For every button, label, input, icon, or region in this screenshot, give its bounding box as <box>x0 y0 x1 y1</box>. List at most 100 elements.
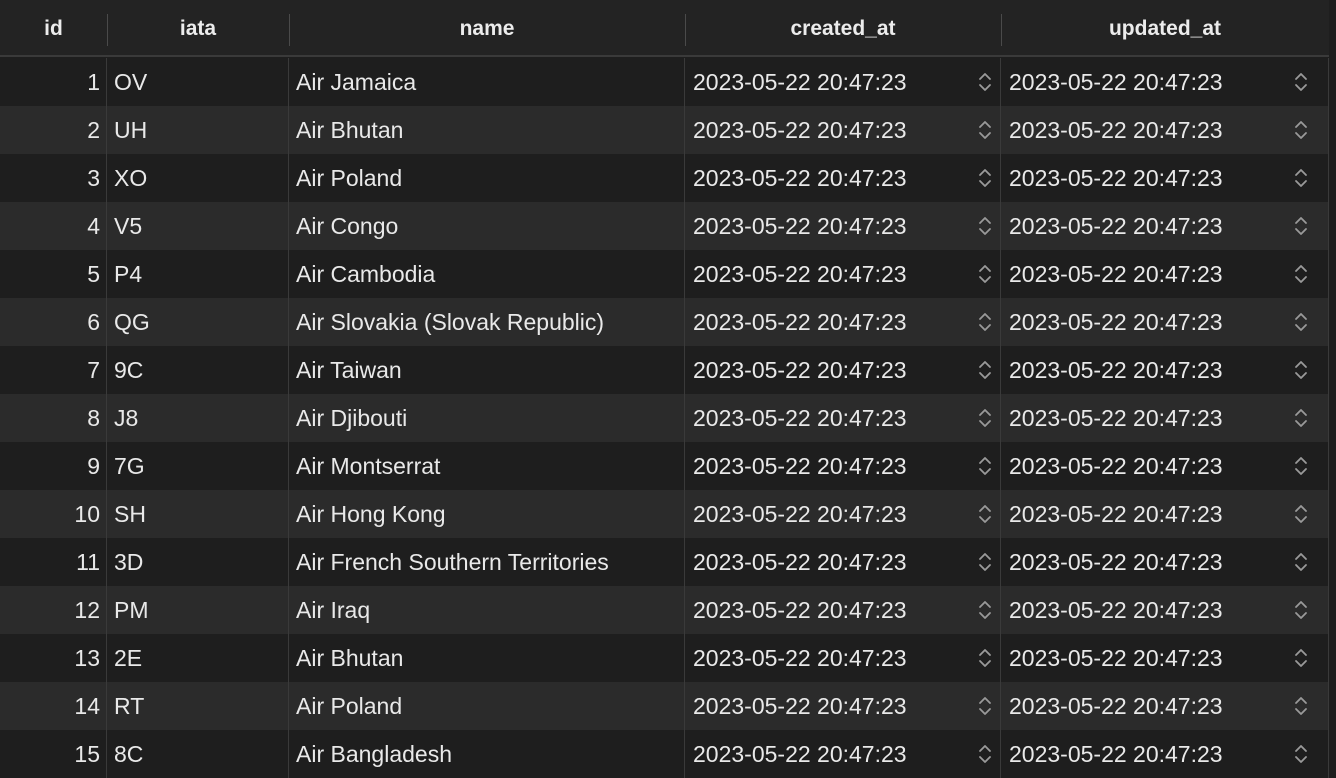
table-row[interactable]: 10 SH Air Hong Kong 2023-05-22 20:47:23 2023… <box>0 490 1336 538</box>
up-down-chevron-icon[interactable] <box>1294 262 1308 286</box>
up-down-chevron-icon[interactable] <box>978 358 992 382</box>
cell-id[interactable]: 6 <box>0 298 107 346</box>
table-row[interactable]: 7 9C Air Taiwan 2023-05-22 20:47:23 2023-05-… <box>0 346 1336 394</box>
cell-id[interactable]: 15 <box>0 730 107 778</box>
cell-iata[interactable]: OV <box>107 58 289 106</box>
up-down-chevron-icon[interactable] <box>978 118 992 142</box>
cell-updated-at[interactable]: 2023-05-22 20:47:23 <box>1001 490 1329 538</box>
cell-id[interactable]: 7 <box>0 346 107 394</box>
cell-id[interactable]: 13 <box>0 634 107 682</box>
cell-name[interactable]: Air Bhutan <box>289 106 685 154</box>
cell-updated-at[interactable]: 2023-05-22 20:47:23 <box>1001 394 1329 442</box>
cell-id[interactable]: 9 <box>0 442 107 490</box>
up-down-chevron-icon[interactable] <box>978 502 992 526</box>
column-header-iata[interactable]: iata <box>107 0 289 55</box>
cell-id[interactable]: 5 <box>0 250 107 298</box>
cell-iata[interactable]: 8C <box>107 730 289 778</box>
table-row[interactable]: 1 OV Air Jamaica 2023-05-22 20:47:23 2023-05… <box>0 58 1336 106</box>
table-row[interactable]: 14 RT Air Poland 2023-05-22 20:47:23 2023-05… <box>0 682 1336 730</box>
up-down-chevron-icon[interactable] <box>978 550 992 574</box>
cell-id[interactable]: 10 <box>0 490 107 538</box>
cell-name[interactable]: Air Hong Kong <box>289 490 685 538</box>
cell-iata[interactable]: SH <box>107 490 289 538</box>
cell-created-at[interactable]: 2023-05-22 20:47:23 <box>685 586 1001 634</box>
cell-iata[interactable]: RT <box>107 682 289 730</box>
cell-updated-at[interactable]: 2023-05-22 20:47:23 <box>1001 730 1329 778</box>
cell-id[interactable]: 4 <box>0 202 107 250</box>
column-header-updated-at[interactable]: updated_at <box>1001 0 1329 55</box>
cell-created-at[interactable]: 2023-05-22 20:47:23 <box>685 298 1001 346</box>
cell-created-at[interactable]: 2023-05-22 20:47:23 <box>685 442 1001 490</box>
cell-iata[interactable]: 9C <box>107 346 289 394</box>
up-down-chevron-icon[interactable] <box>978 598 992 622</box>
cell-updated-at[interactable]: 2023-05-22 20:47:23 <box>1001 442 1329 490</box>
cell-id[interactable]: 1 <box>0 58 107 106</box>
cell-created-at[interactable]: 2023-05-22 20:47:23 <box>685 682 1001 730</box>
cell-iata[interactable]: UH <box>107 106 289 154</box>
cell-updated-at[interactable]: 2023-05-22 20:47:23 <box>1001 106 1329 154</box>
cell-id[interactable]: 8 <box>0 394 107 442</box>
up-down-chevron-icon[interactable] <box>978 406 992 430</box>
cell-created-at[interactable]: 2023-05-22 20:47:23 <box>685 634 1001 682</box>
up-down-chevron-icon[interactable] <box>978 214 992 238</box>
up-down-chevron-icon[interactable] <box>978 262 992 286</box>
cell-iata[interactable]: QG <box>107 298 289 346</box>
cell-name[interactable]: Air Djibouti <box>289 394 685 442</box>
cell-id[interactable]: 11 <box>0 538 107 586</box>
table-row[interactable]: 2 UH Air Bhutan 2023-05-22 20:47:23 2023-05-… <box>0 106 1336 154</box>
cell-name[interactable]: Air Montserrat <box>289 442 685 490</box>
cell-id[interactable]: 3 <box>0 154 107 202</box>
cell-name[interactable]: Air Bhutan <box>289 634 685 682</box>
table-row[interactable]: 11 3D Air French Southern Territories 2023-… <box>0 538 1336 586</box>
up-down-chevron-icon[interactable] <box>978 646 992 670</box>
cell-created-at[interactable]: 2023-05-22 20:47:23 <box>685 490 1001 538</box>
up-down-chevron-icon[interactable] <box>1294 598 1308 622</box>
table-row[interactable]: 6 QG Air Slovakia (Slovak Republic) 2023-05… <box>0 298 1336 346</box>
up-down-chevron-icon[interactable] <box>1294 406 1308 430</box>
table-row[interactable]: 5 P4 Air Cambodia 2023-05-22 20:47:23 2023-0… <box>0 250 1336 298</box>
cell-iata[interactable]: 3D <box>107 538 289 586</box>
cell-iata[interactable]: 7G <box>107 442 289 490</box>
column-header-id[interactable]: id <box>0 0 107 55</box>
cell-created-at[interactable]: 2023-05-22 20:47:23 <box>685 394 1001 442</box>
cell-iata[interactable]: P4 <box>107 250 289 298</box>
up-down-chevron-icon[interactable] <box>1294 70 1308 94</box>
table-row[interactable]: 4 V5 Air Congo 2023-05-22 20:47:23 2023-05-2… <box>0 202 1336 250</box>
column-header-name[interactable]: name <box>289 0 685 55</box>
cell-created-at[interactable]: 2023-05-22 20:47:23 <box>685 58 1001 106</box>
up-down-chevron-icon[interactable] <box>1294 166 1308 190</box>
cell-updated-at[interactable]: 2023-05-22 20:47:23 <box>1001 298 1329 346</box>
cell-id[interactable]: 14 <box>0 682 107 730</box>
cell-created-at[interactable]: 2023-05-22 20:47:23 <box>685 154 1001 202</box>
table-row[interactable]: 15 8C Air Bangladesh 2023-05-22 20:47:23 202… <box>0 730 1336 778</box>
cell-iata[interactable]: PM <box>107 586 289 634</box>
table-row[interactable]: 3 XO Air Poland 2023-05-22 20:47:23 2023-05-… <box>0 154 1336 202</box>
cell-iata[interactable]: XO <box>107 154 289 202</box>
cell-id[interactable]: 12 <box>0 586 107 634</box>
cell-created-at[interactable]: 2023-05-22 20:47:23 <box>685 250 1001 298</box>
cell-name[interactable]: Air Jamaica <box>289 58 685 106</box>
table-row[interactable]: 13 2E Air Bhutan 2023-05-22 20:47:23 2023-05… <box>0 634 1336 682</box>
cell-created-at[interactable]: 2023-05-22 20:47:23 <box>685 346 1001 394</box>
cell-created-at[interactable]: 2023-05-22 20:47:23 <box>685 730 1001 778</box>
cell-name[interactable]: Air Slovakia (Slovak Republic) <box>289 298 685 346</box>
cell-created-at[interactable]: 2023-05-22 20:47:23 <box>685 202 1001 250</box>
up-down-chevron-icon[interactable] <box>1294 310 1308 334</box>
cell-iata[interactable]: V5 <box>107 202 289 250</box>
up-down-chevron-icon[interactable] <box>1294 742 1308 766</box>
up-down-chevron-icon[interactable] <box>1294 118 1308 142</box>
cell-iata[interactable]: J8 <box>107 394 289 442</box>
up-down-chevron-icon[interactable] <box>978 310 992 334</box>
cell-updated-at[interactable]: 2023-05-22 20:47:23 <box>1001 250 1329 298</box>
up-down-chevron-icon[interactable] <box>1294 550 1308 574</box>
cell-name[interactable]: Air Congo <box>289 202 685 250</box>
cell-updated-at[interactable]: 2023-05-22 20:47:23 <box>1001 346 1329 394</box>
cell-id[interactable]: 2 <box>0 106 107 154</box>
up-down-chevron-icon[interactable] <box>978 70 992 94</box>
up-down-chevron-icon[interactable] <box>978 694 992 718</box>
cell-updated-at[interactable]: 2023-05-22 20:47:23 <box>1001 586 1329 634</box>
cell-name[interactable]: Air Taiwan <box>289 346 685 394</box>
cell-updated-at[interactable]: 2023-05-22 20:47:23 <box>1001 538 1329 586</box>
cell-updated-at[interactable]: 2023-05-22 20:47:23 <box>1001 634 1329 682</box>
cell-name[interactable]: Air Cambodia <box>289 250 685 298</box>
